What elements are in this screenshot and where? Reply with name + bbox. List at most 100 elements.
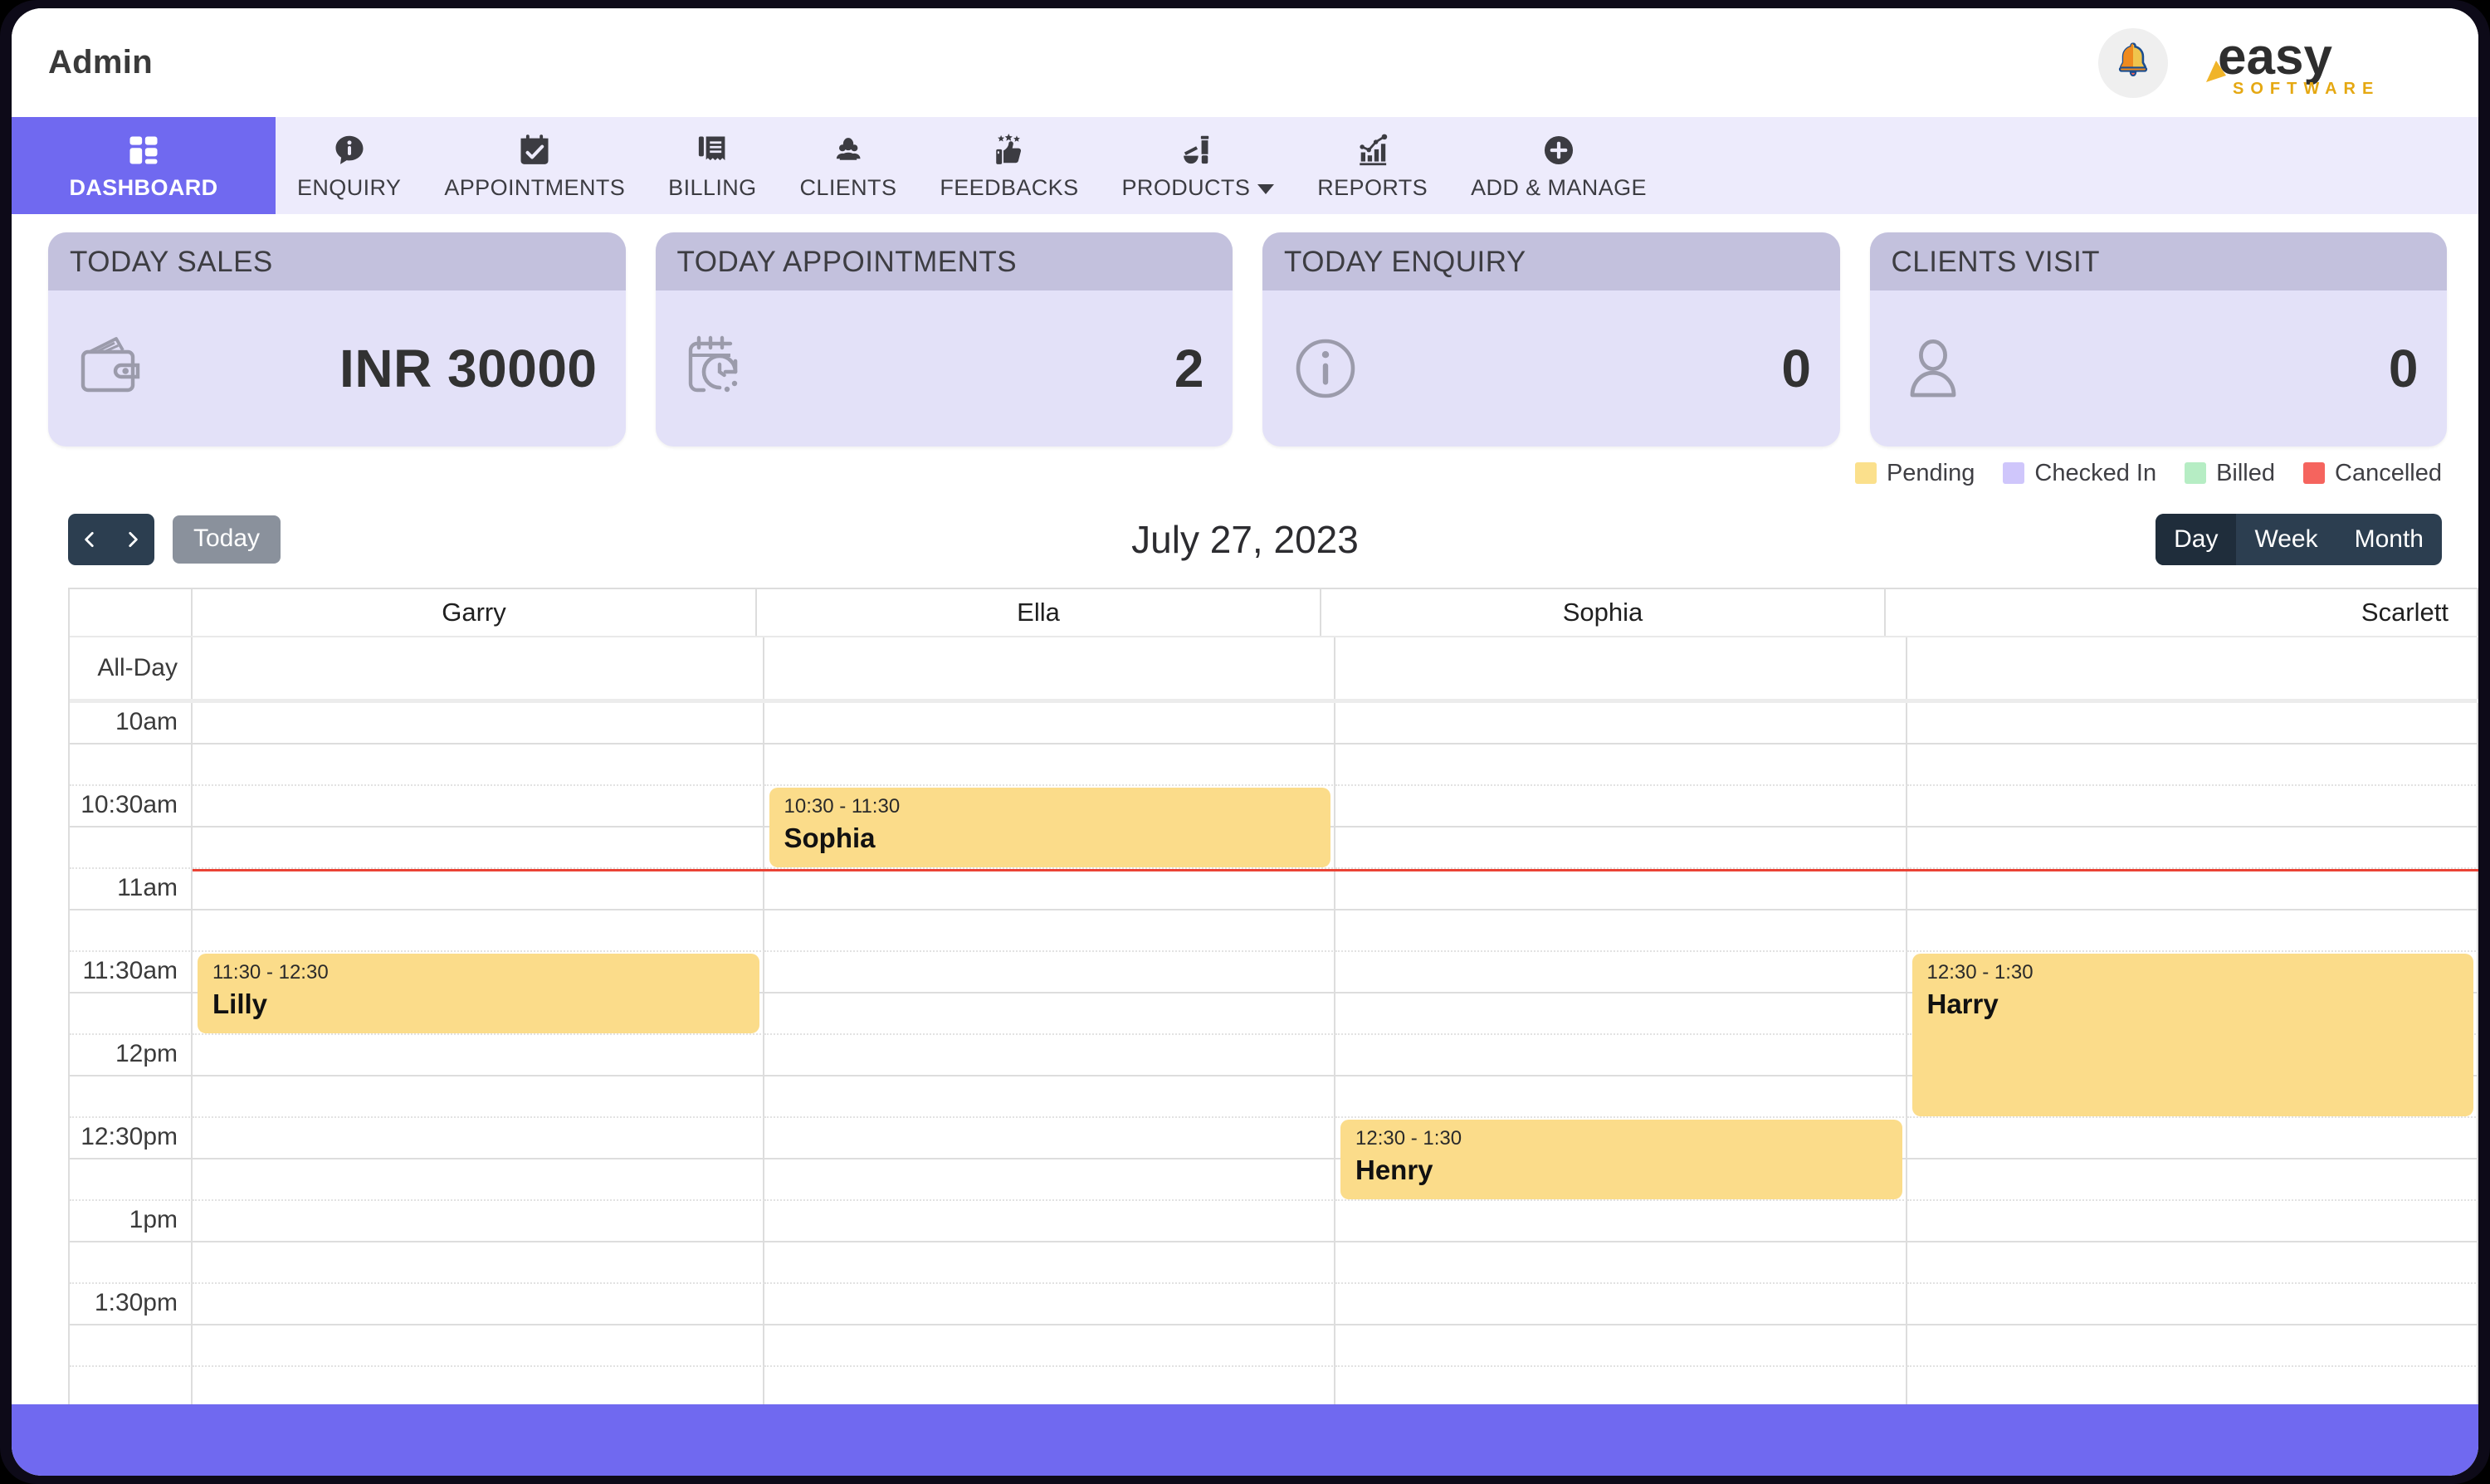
stat-card-value: 0 xyxy=(2388,339,2419,398)
all-day-cell[interactable] xyxy=(1907,637,2478,699)
time-slot-label: 1pm xyxy=(70,1201,193,1242)
nav-item-reports[interactable]: REPORTS xyxy=(1296,117,1449,214)
calendar-slot-cell[interactable] xyxy=(1907,703,2478,744)
calendar-slot-cell[interactable] xyxy=(764,1201,1335,1242)
calendar-slot-cell[interactable] xyxy=(1335,993,1907,1035)
calendar-slot-cell[interactable] xyxy=(1907,827,2478,869)
calendar-slot-cell[interactable] xyxy=(764,1325,1335,1367)
calendar-event[interactable]: 12:30 - 1:30 Henry xyxy=(1340,1120,1902,1199)
calendar-slot-cell[interactable] xyxy=(193,1159,764,1201)
calendar-event[interactable]: 11:30 - 12:30 Lilly xyxy=(198,954,759,1033)
calendar-slot-cell[interactable] xyxy=(764,993,1335,1035)
stat-card-today-sales[interactable]: TODAY SALES INR 30000 xyxy=(48,232,626,447)
calendar-slot-cell[interactable] xyxy=(1335,786,1907,827)
calendar-slot-cell[interactable] xyxy=(1335,1284,1907,1325)
calendar-slot-cell[interactable] xyxy=(193,1242,764,1284)
calendar-slot-cell[interactable] xyxy=(1335,744,1907,786)
calendar-slot-cell[interactable] xyxy=(1907,744,2478,786)
next-button[interactable] xyxy=(111,514,154,565)
calendar-slot-cell[interactable] xyxy=(1335,1076,1907,1118)
calendar-slot-cell[interactable] xyxy=(193,703,764,744)
calendar-nav-group: Today xyxy=(68,514,281,565)
calendar-slot-cell[interactable] xyxy=(764,1367,1335,1404)
stat-card-value: 2 xyxy=(1174,339,1204,398)
view-button-day[interactable]: Day xyxy=(2156,514,2237,565)
calendar-slot-cell[interactable] xyxy=(1907,1367,2478,1404)
calendar-event[interactable]: 12:30 - 1:30 Harry xyxy=(1911,954,2473,1116)
nav-item-label: APPOINTMENTS xyxy=(444,175,626,200)
nav-item-label: REPORTS xyxy=(1317,175,1428,200)
top-bar-right: easy SOFTWARE xyxy=(2098,27,2447,99)
calendar-slot-cell[interactable] xyxy=(764,1242,1335,1284)
calendar-date-title: July 27, 2023 xyxy=(1131,518,1359,561)
calendar-slot-cell[interactable] xyxy=(1907,1201,2478,1242)
all-day-cell[interactable] xyxy=(764,637,1335,699)
calendar-slot-cell[interactable] xyxy=(1335,1325,1907,1367)
calendar-slot-cell[interactable] xyxy=(193,744,764,786)
calendar-slot-cell[interactable] xyxy=(1907,786,2478,827)
calendar-slot-cell[interactable] xyxy=(764,1118,1335,1159)
view-button-week[interactable]: Week xyxy=(2236,514,2336,565)
calendar-slot-cell[interactable] xyxy=(764,869,1335,910)
chevron-left-icon xyxy=(85,532,94,547)
calendar-slot-cell[interactable] xyxy=(1335,1242,1907,1284)
calendar-slot-cell[interactable] xyxy=(1335,1201,1907,1242)
stat-card-today-appointments[interactable]: TODAY APPOINTMENTS 2 xyxy=(655,232,1233,447)
calendar-slot-cell[interactable] xyxy=(1907,869,2478,910)
calendar-slot-cell[interactable] xyxy=(193,1076,764,1118)
stat-card-clients-visit[interactable]: CLIENTS VISIT 0 xyxy=(1869,232,2447,447)
calendar-grid: Garry Ella Sophia Scarlett All-Day 10am 10:3… xyxy=(68,588,2478,1404)
stat-card-today-enquiry[interactable]: TODAY ENQUIRY 0 xyxy=(1262,232,1840,447)
nav-item-billing[interactable]: BILLING xyxy=(647,117,778,214)
nav-item-appointments[interactable]: APPOINTMENTS xyxy=(422,117,647,214)
calendar-slot-cell[interactable] xyxy=(1907,1242,2478,1284)
calendar-slot-cell[interactable] xyxy=(764,952,1335,993)
calendar-slot-cell[interactable] xyxy=(1335,869,1907,910)
time-slot-label: 1:30pm xyxy=(70,1284,193,1325)
calendar-slot-cell[interactable] xyxy=(1335,1035,1907,1076)
calendar-slot-cell[interactable] xyxy=(1907,1159,2478,1201)
calendar-slot-cell[interactable] xyxy=(1907,910,2478,952)
calendar-slot-cell[interactable] xyxy=(193,827,764,869)
notification-button[interactable] xyxy=(2098,27,2168,98)
calendar-slot-cell[interactable] xyxy=(1335,952,1907,993)
calendar-slot-cell[interactable] xyxy=(764,1076,1335,1118)
calendar-slot-cell[interactable] xyxy=(193,786,764,827)
calendar-slot-cell[interactable] xyxy=(1907,1118,2478,1159)
calendar-slot-cell[interactable] xyxy=(1907,1325,2478,1367)
calendar-slot-cell[interactable] xyxy=(1907,1284,2478,1325)
nav-item-products[interactable]: PRODUCTS xyxy=(1101,117,1296,214)
calendar-slot-cell[interactable] xyxy=(193,910,764,952)
nav-item-dashboard[interactable]: DASHBOARD xyxy=(12,117,276,214)
calendar-slot-cell[interactable] xyxy=(193,869,764,910)
nav-item-feedbacks[interactable]: FEEDBACKS xyxy=(918,117,1100,214)
calendar-slot-cell[interactable] xyxy=(193,1325,764,1367)
nav-item-clients[interactable]: CLIENTS xyxy=(779,117,919,214)
calendar-slot-cell[interactable] xyxy=(193,1118,764,1159)
calendar-slot-cell[interactable] xyxy=(193,1035,764,1076)
nav-item-add-manage[interactable]: ADD & MANAGE xyxy=(1449,117,1668,214)
calendar-slot-cell[interactable] xyxy=(1335,827,1907,869)
all-day-cell[interactable] xyxy=(193,637,764,699)
today-button[interactable]: Today xyxy=(173,515,281,564)
nav-item-label: ENQUIRY xyxy=(297,175,402,200)
calendar-slot-cell[interactable] xyxy=(193,1284,764,1325)
prev-button[interactable] xyxy=(68,514,111,565)
calendar-slot-cell[interactable] xyxy=(1335,910,1907,952)
calendar-slot-cell[interactable] xyxy=(1335,703,1907,744)
calendar-event[interactable]: 10:30 - 11:30 Sophia xyxy=(769,788,1330,867)
calendar-slot-cell[interactable] xyxy=(764,1284,1335,1325)
calendar-slot-cell[interactable] xyxy=(193,1367,764,1404)
calendar-slot-cell[interactable] xyxy=(764,1159,1335,1201)
view-button-month[interactable]: Month xyxy=(2336,514,2442,565)
legend-item-cancelled: Cancelled xyxy=(2303,460,2442,487)
calendar-slot-cell[interactable] xyxy=(764,910,1335,952)
nav-item-enquiry[interactable]: ENQUIRY xyxy=(276,117,422,214)
calendar-slot-cell[interactable] xyxy=(1335,1367,1907,1404)
calendar-slot-cell[interactable] xyxy=(764,744,1335,786)
all-day-cell[interactable] xyxy=(1335,637,1907,699)
calendar-slot-cell[interactable] xyxy=(764,1035,1335,1076)
calendar-slot-cell[interactable] xyxy=(193,1201,764,1242)
calendar-slot-cell[interactable] xyxy=(764,703,1335,744)
bar-chart-icon xyxy=(1355,130,1391,168)
